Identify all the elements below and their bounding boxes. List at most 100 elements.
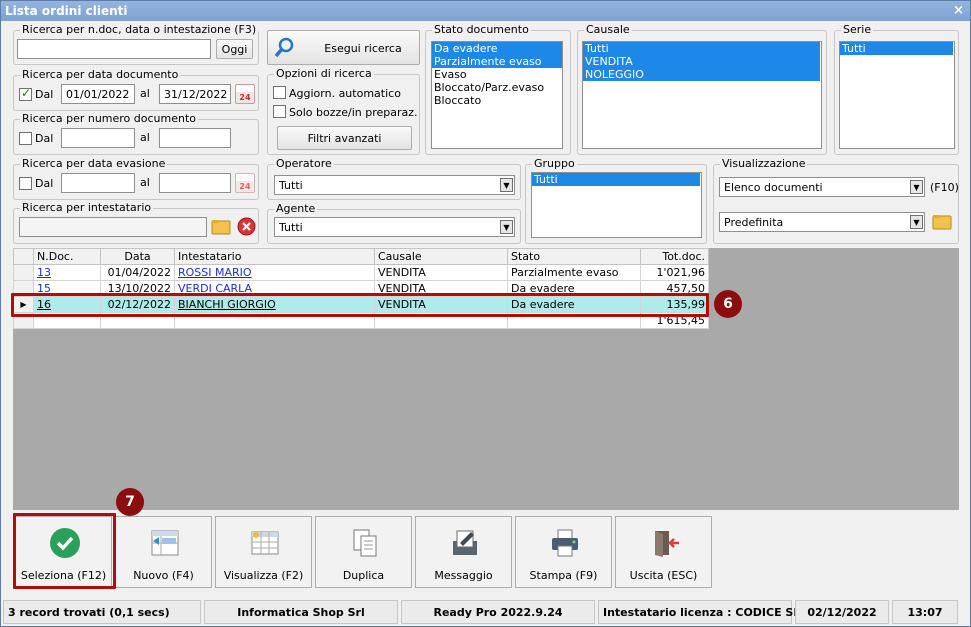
search-number-legend: Ricerca per numero documento	[20, 112, 199, 125]
doc-state-item[interactable]: Bloccato/Parz.evaso	[432, 81, 562, 94]
cell-data: 01/04/2022	[100, 264, 175, 281]
column-header[interactable]: Tot.doc.	[640, 248, 709, 265]
view-button[interactable]: Visualizza (F2)	[215, 516, 312, 588]
print-button[interactable]: Stampa (F9)	[515, 516, 612, 588]
serie-legend: Serie	[841, 23, 874, 36]
column-header[interactable]: Causale	[374, 248, 508, 265]
chevron-down-icon[interactable]: ▼	[910, 215, 923, 229]
search-holder-legend: Ricerca per intestatario	[20, 201, 154, 214]
doc-state-item[interactable]: Parzialmente evaso	[432, 55, 562, 68]
new-button-label: Nuovo (F4)	[133, 569, 194, 582]
causale-item[interactable]: VENDITA	[583, 55, 820, 68]
view-table-icon	[251, 531, 279, 555]
folder-icon[interactable]	[932, 213, 952, 231]
search-options-legend: Opzioni di ricerca	[274, 67, 374, 80]
cell-total: 1'021,96	[640, 264, 709, 281]
column-header[interactable]: N.Doc.	[33, 248, 101, 265]
column-header[interactable]: Stato	[507, 248, 641, 265]
print-button-label: Stampa (F9)	[529, 569, 598, 582]
date-to-label: al	[140, 87, 150, 100]
view-mode-select[interactable]: Elenco documenti ▼	[719, 177, 925, 197]
date-checkbox[interactable]	[19, 86, 32, 101]
causale-item[interactable]: Tutti	[583, 42, 820, 55]
message-button-label: Messaggio	[434, 569, 493, 582]
auto-update-checkbox[interactable]	[273, 86, 286, 99]
new-document-icon	[151, 530, 179, 556]
today-button[interactable]: Oggi	[216, 39, 253, 59]
gruppo-list[interactable]: Tutti	[531, 172, 702, 238]
calendar-icon[interactable]: 24	[235, 84, 255, 104]
operatore-legend: Operatore	[274, 157, 334, 170]
advanced-filters-button[interactable]: Filtri avanzati	[277, 126, 412, 150]
exit-door-icon	[655, 531, 679, 557]
table-row[interactable]: 13 01/04/2022 ROSSI MARIO VENDITA Parzia…	[13, 264, 709, 281]
number-to-field[interactable]	[159, 128, 231, 148]
duplicate-button-label: Duplica	[342, 569, 385, 582]
evasion-from-field[interactable]	[61, 173, 135, 193]
causale-item[interactable]: NOLEGGIO	[583, 68, 820, 81]
status-time: 13:07	[892, 600, 958, 624]
row-indicator-header	[13, 248, 34, 265]
exit-button[interactable]: Uscita (ESC)	[615, 516, 712, 588]
serie-list[interactable]: Tutti	[839, 41, 955, 149]
drafts-only-checkbox[interactable]	[273, 105, 286, 118]
cell-ndoc[interactable]: 13	[33, 264, 101, 281]
button-step-badge: 7	[116, 488, 144, 516]
layout-value: Predefinita	[724, 216, 784, 229]
agente-select[interactable]: Tutti ▼	[274, 217, 515, 237]
doc-state-item[interactable]: Evaso	[432, 68, 562, 81]
chevron-down-icon[interactable]: ▼	[500, 178, 513, 192]
holder-input[interactable]	[19, 217, 207, 237]
new-button[interactable]: Nuovo (F4)	[115, 516, 212, 588]
search-ndoc-legend: Ricerca per n.doc, data o intestazione (…	[20, 23, 259, 36]
status-company: Informatica Shop Srl	[204, 600, 398, 624]
row-indicator	[13, 264, 34, 281]
status-date: 02/12/2022	[795, 600, 889, 624]
operatore-select[interactable]: Tutti ▼	[274, 175, 515, 195]
evasion-from-label: Dal	[35, 177, 54, 190]
doc-state-item[interactable]: Da evadere	[432, 42, 562, 55]
doc-state-item[interactable]: Bloccato	[432, 94, 562, 107]
visualizzazione-legend: Visualizzazione	[720, 157, 808, 170]
row-highlight-annotation	[11, 293, 709, 317]
column-header[interactable]: Data	[100, 248, 175, 265]
execute-search-button[interactable]: Esegui ricerca	[267, 30, 420, 65]
number-checkbox[interactable]	[19, 132, 32, 145]
exit-button-label: Uscita (ESC)	[629, 569, 698, 582]
chevron-down-icon[interactable]: ▼	[910, 180, 923, 194]
clear-icon[interactable]	[237, 217, 256, 236]
column-header[interactable]: Intestatario	[174, 248, 375, 265]
evasion-checkbox[interactable]	[19, 177, 32, 190]
evasion-to-field[interactable]	[159, 173, 231, 193]
operatore-value: Tutti	[279, 179, 303, 192]
select-button-highlight-annotation	[13, 513, 116, 589]
ndoc-link[interactable]: 13	[37, 266, 51, 279]
view-button-label: Visualizza (F2)	[223, 569, 304, 582]
layout-select[interactable]: Predefinita ▼	[719, 212, 925, 232]
doc-state-list[interactable]: Da evadere Parzialmente evaso Evaso Bloc…	[431, 41, 563, 149]
close-icon[interactable]: ×	[953, 3, 964, 18]
chevron-down-icon[interactable]: ▼	[500, 220, 513, 234]
date-to-field[interactable]: 31/12/2022	[159, 84, 231, 104]
number-from-field[interactable]	[61, 128, 135, 148]
message-button[interactable]: Messaggio	[415, 516, 512, 588]
visualizzazione-group: Visualizzazione	[713, 157, 959, 244]
cell-stato: Parzialmente evaso	[507, 264, 641, 281]
serie-item[interactable]: Tutti	[840, 42, 953, 55]
holder-link[interactable]: ROSSI MARIO	[178, 266, 252, 279]
cell-intestatario[interactable]: ROSSI MARIO	[174, 264, 375, 281]
causale-list[interactable]: Tutti VENDITA NOLEGGIO	[582, 41, 822, 149]
status-records: 3 record trovati (0,1 secs)	[3, 600, 201, 624]
folder-icon[interactable]	[211, 218, 231, 236]
duplicate-button[interactable]: Duplica	[315, 516, 412, 588]
drafts-only-label: Solo bozze/in preparaz.	[289, 106, 418, 119]
evasion-calendar-icon[interactable]: 24	[235, 173, 255, 193]
date-from-field[interactable]: 01/01/2022	[61, 84, 135, 104]
view-mode-value: Elenco documenti	[724, 181, 823, 194]
table-header: N.Doc. Data Intestatario Causale Stato T…	[13, 248, 709, 265]
orders-grid[interactable]: N.Doc. Data Intestatario Causale Stato T…	[13, 248, 959, 510]
search-evasion-legend: Ricerca per data evasione	[20, 157, 168, 170]
gruppo-item[interactable]: Tutti	[532, 173, 700, 186]
auto-update-label: Aggiorn. automatico	[289, 87, 401, 100]
search-ndoc-input[interactable]	[17, 39, 211, 59]
